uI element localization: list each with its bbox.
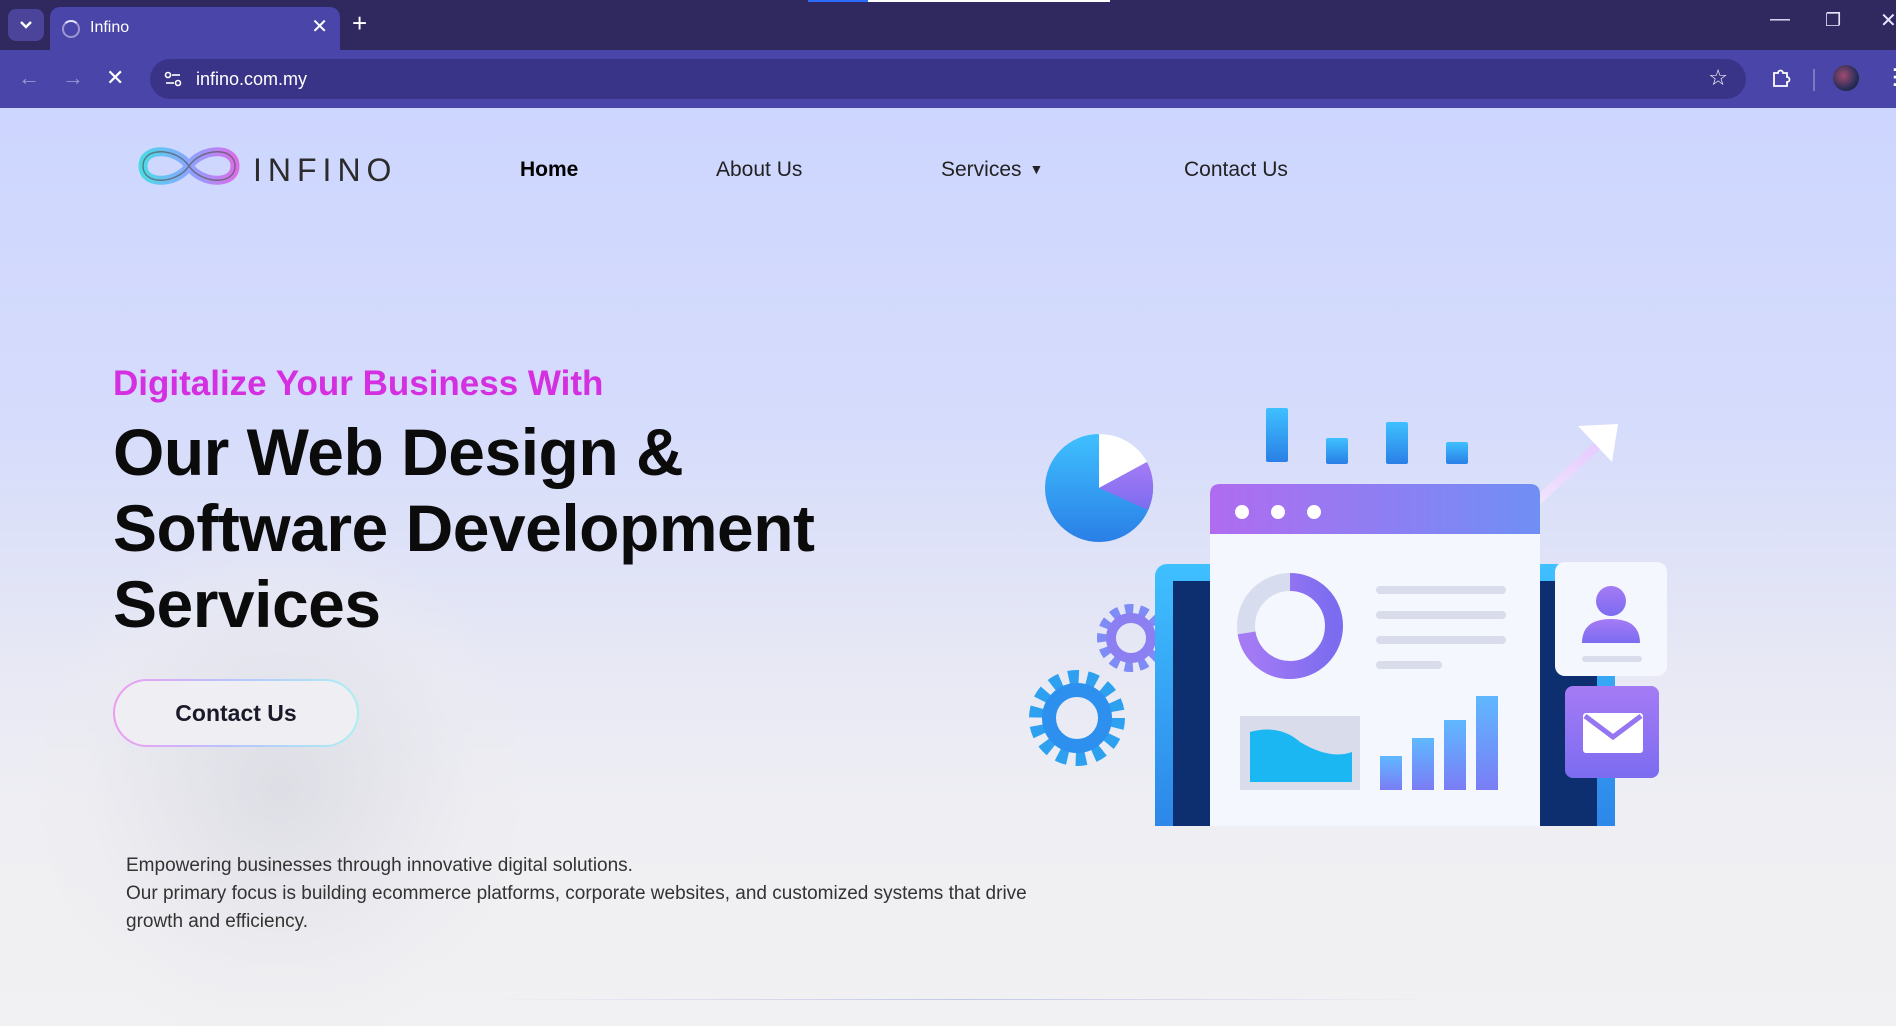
contact-us-button-label: Contact Us: [115, 681, 357, 745]
site-info-icon[interactable]: [162, 68, 184, 90]
web-page: INFINO Home About Us Services ▼ Contact U…: [0, 108, 1896, 1026]
hero-headline: Our Web Design & Software Development Se…: [113, 414, 913, 642]
headline-line: Software Development: [113, 491, 815, 565]
mail-icon: [1565, 686, 1659, 778]
gear-icon: [1097, 604, 1165, 672]
infinity-logo-icon: [138, 147, 240, 185]
forward-icon[interactable]: →: [62, 64, 84, 92]
hero-kicker: Digitalize Your Business With: [113, 364, 604, 403]
restore-icon[interactable]: ❐: [1825, 10, 1841, 31]
description-line: Empowering businesses through innovative…: [126, 855, 633, 876]
hero-illustration: [1029, 408, 1667, 826]
contact-us-button[interactable]: Contact Us: [113, 679, 359, 747]
window-close-icon[interactable]: ✕: [1880, 8, 1896, 33]
profile-avatar[interactable]: [1833, 65, 1859, 91]
browser-tab[interactable]: Infino ✕: [50, 7, 340, 50]
extensions-icon[interactable]: [1770, 66, 1792, 88]
minimize-icon[interactable]: —: [1770, 8, 1790, 31]
nav-services-label: Services: [941, 158, 1022, 181]
browser-toolbar: ← → ✕ infino.com.my ☆ ⋮: [0, 50, 1896, 108]
page-load-progress: [808, 0, 1110, 2]
floating-bars-icon: [1266, 408, 1468, 464]
headline-line: Our Web Design &: [113, 415, 684, 489]
star-icon[interactable]: ☆: [1708, 65, 1728, 91]
nav-contact[interactable]: Contact Us: [1184, 158, 1288, 182]
nav-services[interactable]: Services ▼: [941, 158, 1043, 182]
url-text[interactable]: infino.com.my: [196, 69, 307, 90]
more-icon[interactable]: ⋮: [1884, 64, 1896, 90]
gear-icon: [1029, 670, 1125, 766]
tab-title: Infino: [90, 19, 130, 36]
hero-description: Empowering businesses through innovative…: [126, 852, 1126, 936]
close-icon[interactable]: ✕: [311, 17, 328, 37]
section-divider: [480, 999, 1440, 1000]
chevron-down-icon: ▼: [1029, 161, 1044, 177]
pie-chart-icon: [1045, 433, 1154, 542]
logo-text: INFINO: [253, 152, 398, 188]
browser-tab-strip: Infino ✕ + — ❐ ✕: [0, 0, 1896, 50]
description-line: growth and efficiency.: [126, 911, 309, 932]
dashboard-window-icon: [1210, 484, 1540, 826]
user-profile-icon: [1555, 562, 1667, 676]
chevron-down-icon: [20, 21, 32, 29]
nav-about[interactable]: About Us: [716, 158, 802, 182]
new-tab-button[interactable]: +: [352, 10, 367, 36]
loading-spinner-icon: [62, 20, 80, 38]
stop-icon[interactable]: ✕: [106, 64, 124, 92]
back-icon[interactable]: ←: [18, 64, 40, 92]
tab-search-button[interactable]: [8, 9, 44, 41]
address-bar[interactable]: infino.com.my ☆: [150, 59, 1746, 99]
site-logo[interactable]: INFINO: [133, 138, 391, 194]
nav-home[interactable]: Home: [520, 158, 578, 182]
headline-line: Services: [113, 567, 381, 641]
description-line: Our primary focus is building ecommerce …: [126, 883, 1027, 904]
toolbar-divider: [1813, 69, 1815, 91]
